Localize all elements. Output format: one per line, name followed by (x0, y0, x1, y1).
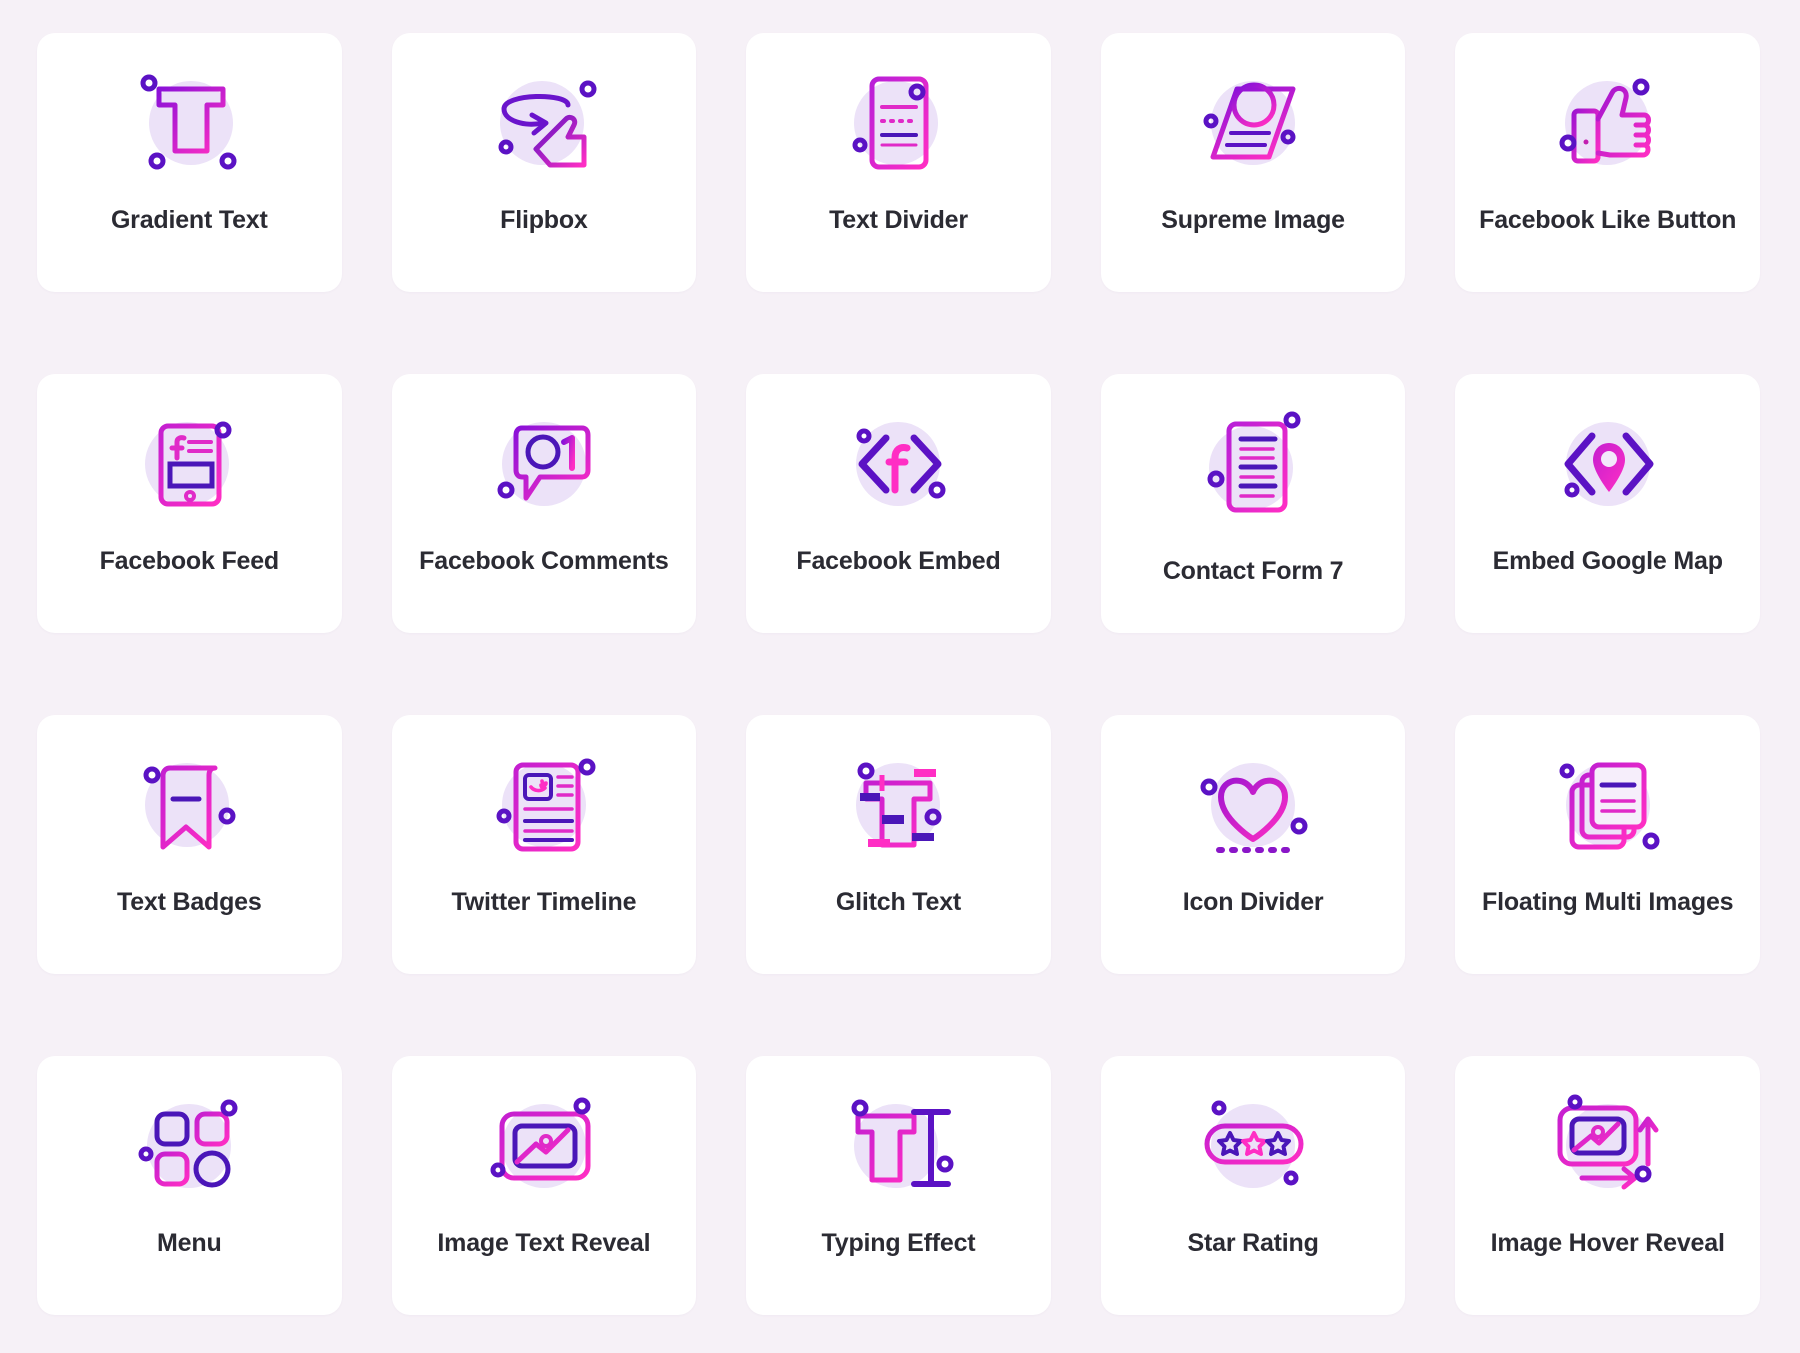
widget-label: Text Badges (116, 888, 262, 916)
widget-card-image-hover-reveal[interactable]: Image Hover Reveal (1455, 1056, 1760, 1315)
widget-label: Facebook Embed (796, 547, 1001, 575)
widget-label: Typing Effect (821, 1229, 976, 1257)
widget-card-text-divider[interactable]: Text Divider (746, 33, 1051, 292)
typing-cursor-icon (838, 1088, 958, 1208)
widget-label: Embed Google Map (1492, 547, 1723, 575)
widget-label: Flipbox (500, 206, 588, 234)
bookmark-badge-icon (129, 747, 249, 867)
widget-label: Image Text Reveal (437, 1229, 651, 1257)
widget-label: Glitch Text (835, 888, 962, 916)
widget-card-glitch-text[interactable]: Glitch Text (746, 715, 1051, 974)
stacked-pages-icon (1548, 747, 1668, 867)
widget-card-facebook-like-button[interactable]: Facebook Like Button (1455, 33, 1760, 292)
widget-card-typing-effect[interactable]: Typing Effect (746, 1056, 1051, 1315)
widget-label: Facebook Comments (419, 547, 669, 575)
map-pin-code-icon (1548, 406, 1668, 526)
facebook-feed-icon (129, 406, 249, 526)
widget-card-facebook-comments[interactable]: Facebook Comments (391, 374, 697, 633)
widget-card-gradient-text[interactable]: Gradient Text (37, 33, 342, 292)
picture-frame-icon (484, 1088, 604, 1208)
thumbs-up-icon (1548, 65, 1668, 185)
widget-grid: Gradient Text Flipbox Text Divider Supre… (0, 0, 1800, 1353)
widget-label: Menu (157, 1229, 222, 1257)
gradient-text-icon (129, 65, 249, 185)
widget-label: Icon Divider (1182, 888, 1324, 916)
widget-card-floating-multi-images[interactable]: Floating Multi Images (1455, 715, 1760, 974)
widget-card-text-badges[interactable]: Text Badges (37, 715, 342, 974)
widget-card-contact-form-7[interactable]: Contact Form 7 (1100, 374, 1406, 633)
heart-divider-icon (1193, 747, 1313, 867)
widget-label: Gradient Text (110, 206, 268, 234)
widget-label: Image Hover Reveal (1490, 1229, 1725, 1257)
widget-card-star-rating[interactable]: Star Rating (1100, 1056, 1406, 1315)
facebook-embed-code-icon (838, 406, 958, 526)
widget-label: Contact Form 7 (1162, 557, 1344, 585)
widget-label: Facebook Like Button (1479, 206, 1737, 234)
widget-card-flipbox[interactable]: Flipbox (391, 33, 697, 292)
text-divider-icon (838, 65, 958, 185)
widget-label: Facebook Feed (99, 547, 280, 575)
star-rating-icon (1193, 1088, 1313, 1208)
glitch-text-icon (838, 747, 958, 867)
twitter-timeline-icon (484, 747, 604, 867)
menu-grid-icon (129, 1088, 249, 1208)
widget-label: Text Divider (829, 206, 968, 234)
image-hover-arrows-icon (1548, 1088, 1668, 1208)
widget-card-supreme-image[interactable]: Supreme Image (1100, 33, 1406, 292)
widget-card-menu[interactable]: Menu (37, 1056, 342, 1315)
supreme-image-icon (1193, 65, 1313, 185)
widget-card-facebook-feed[interactable]: Facebook Feed (37, 374, 342, 633)
flipbox-icon (484, 65, 604, 185)
widget-card-image-text-reveal[interactable]: Image Text Reveal (391, 1056, 697, 1315)
widget-card-icon-divider[interactable]: Icon Divider (1100, 715, 1406, 974)
widget-label: Twitter Timeline (451, 888, 637, 916)
widget-label: Supreme Image (1161, 206, 1345, 234)
widget-card-twitter-timeline[interactable]: Twitter Timeline (391, 715, 697, 974)
widget-label: Floating Multi Images (1482, 888, 1734, 916)
comment-bubble-icon (484, 406, 604, 526)
widget-label: Star Rating (1187, 1229, 1319, 1257)
contact-form-document-icon (1193, 406, 1313, 526)
widget-card-facebook-embed[interactable]: Facebook Embed (746, 374, 1051, 633)
widget-card-embed-google-map[interactable]: Embed Google Map (1455, 374, 1760, 633)
